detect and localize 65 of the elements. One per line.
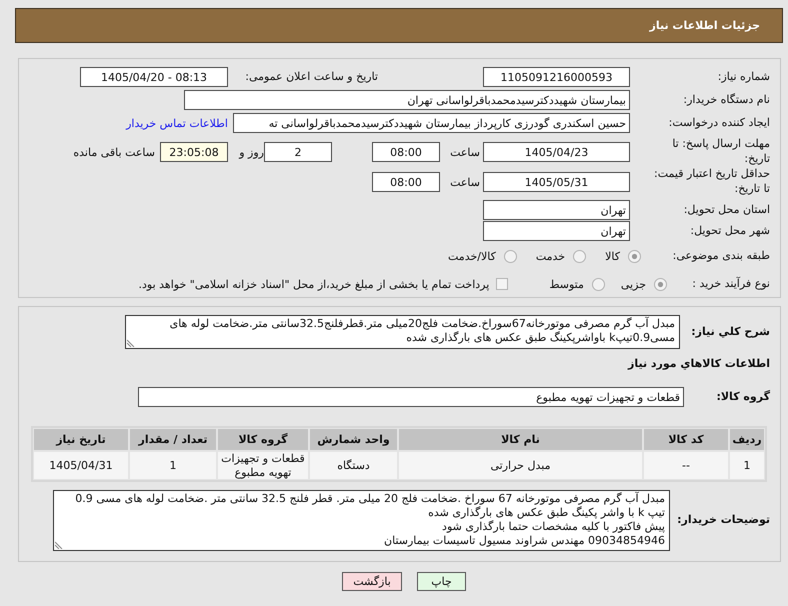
field-label: مهلت ارسال پاسخ: تا تاریخ: (671, 137, 770, 167)
table-header-cell: کد کالا (643, 428, 729, 451)
time-field: 08:00 (372, 172, 440, 192)
radio-button[interactable] (654, 278, 667, 290)
field-label: شماره نیاز: (716, 70, 770, 84)
table-cell: 1 (129, 451, 217, 480)
summary-text-area[interactable]: مبدل آب گرم مصرفی موتورخانه67سوراخ.ضخامت فلج20میلی متر.قطرفلنج32.5سانتی متر.ضخامت لوله های مسی0.9تیپk باواشرپکینگ طبق عکس های بارگذاری شده (125, 315, 680, 349)
field-label: شرح کلي نیاز: (690, 324, 770, 340)
resize-grip-icon[interactable] (127, 339, 135, 347)
city-field: تهران (483, 221, 630, 241)
radio-label: کالا (605, 250, 620, 262)
days-field: 2 (264, 142, 332, 162)
announce-date-field: 1405/04/20 - 08:13 (80, 67, 228, 87)
requester-field: حسین اسکندری گودرزی کارپرداز بیمارستان شهیددکترسیدمحمدباقرلواسانی ته (233, 113, 630, 133)
time-label: ساعت (449, 176, 480, 188)
radio-label: خدمت (536, 250, 566, 262)
field-label: نوع فرآیند خرید : (691, 276, 770, 292)
radio-button[interactable] (504, 250, 517, 262)
radio-button[interactable] (592, 278, 605, 290)
field-label: تاریخ و ساعت اعلان عمومی: (244, 70, 378, 84)
resize-grip-icon[interactable] (55, 541, 63, 549)
field-label: ایجاد کننده درخواست: (668, 116, 770, 130)
table-header-cell: گروه کالا (217, 428, 309, 451)
table-cell: قطعات و تجهیزات تهویه مطبوع (217, 451, 309, 480)
table-header-cell: تعداد / مقدار (129, 428, 217, 451)
province-field: تهران (483, 200, 630, 220)
date-field: 1405/05/31 (483, 172, 630, 192)
back-button[interactable]: بازگشت (342, 572, 402, 591)
remaining-time-field: 23:05:08 (160, 142, 228, 162)
radio-button[interactable] (573, 250, 586, 262)
goods-group-field: قطعات و تجهیزات تهویه مطبوع (138, 387, 684, 407)
radio-label: کالا/خدمت (448, 250, 496, 262)
table-cell: 1 (729, 451, 765, 480)
buyer-org-field: بیمارستان شهیددکترسیدمحمدباقرلواسانی تهران (184, 90, 630, 110)
field-label: حداقل تاریخ اعتبار قیمت: تا تاریخ: (653, 167, 770, 197)
need-number-field: 1105091216000593 (483, 67, 630, 87)
buyer-notes-text-area[interactable]: مبدل آب گرم مصرفی موتورخانه 67 سوراخ .ضخامت فلج 20 میلی متر. قطر فلنج 32.5 سانتی متر .ضخامت لوله های مسی 0.9 تیپ k با واشر پکینگ طبق عکس های بارگذاری شده پیش فاکتور با کلیه مشخصات حتما بارگذاری شود 09034854946 مهندس شراوند مسیول تاسیسات بیمارستان (53, 490, 670, 551)
table-cell: -- (643, 451, 729, 480)
table-cell: 1405/04/31 (33, 451, 129, 480)
time-field: 08:00 (372, 142, 440, 162)
buyer-contact-link[interactable]: اطلاعات تماس خریدار (126, 116, 228, 130)
table-header-cell: نام کالا (398, 428, 643, 451)
field-label: شهر محل تحویل: (689, 224, 770, 238)
radio-label: متوسط (549, 278, 584, 290)
print-button[interactable]: چاپ (417, 572, 466, 591)
field-label: نام دستگاه خریدار: (682, 92, 770, 108)
field-label: طبقه بندی موضوعی: (672, 248, 770, 264)
table-cell: دستگاه (309, 451, 398, 480)
date-field: 1405/04/23 (483, 142, 630, 162)
table-cell: مبدل حرارتی (398, 451, 643, 480)
checkbox-label: پرداخت تمام یا بخشی از مبلغ خرید،از محل "اسناد خزانه اسلامی" خواهد بود. (138, 278, 490, 290)
page-title: جزئیات اطلاعات نیاز (650, 19, 760, 32)
time-label: ساعت (449, 146, 480, 158)
table-header-cell: تاریخ نیاز (33, 428, 129, 451)
table-header-cell: ردیف (729, 428, 765, 451)
days-label: روز و (238, 146, 264, 158)
section-title: اطلاعات کالاهاي مورد نیاز (626, 357, 770, 372)
field-label: توضیحات خریدار: (676, 513, 770, 528)
field-label: استان محل تحویل: (682, 202, 770, 218)
radio-button[interactable] (628, 250, 641, 262)
field-label: گروه کالا: (715, 390, 770, 404)
remaining-label: ساعت باقی مانده (73, 146, 155, 158)
radio-label: جزیی (620, 278, 646, 290)
checkbox[interactable] (496, 278, 508, 290)
table-header-cell: واحد شمارش (309, 428, 398, 451)
